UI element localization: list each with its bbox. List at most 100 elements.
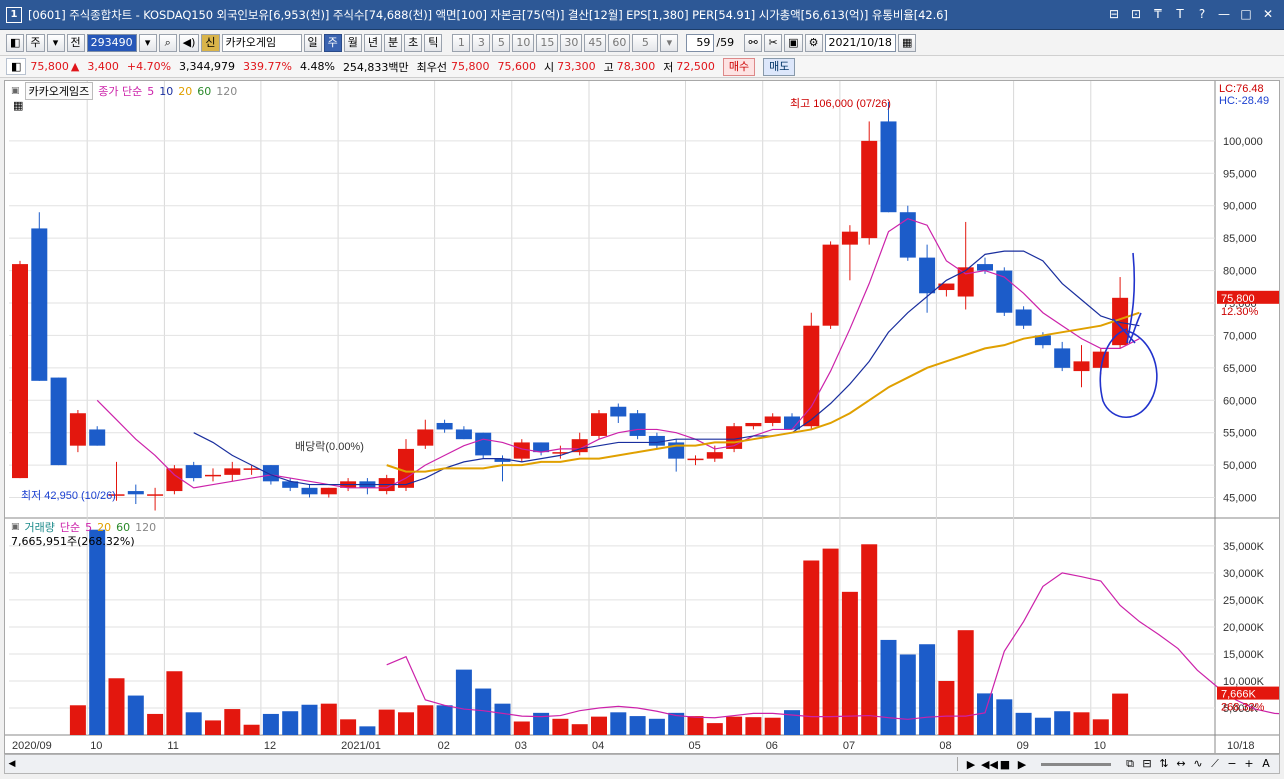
interval-1[interactable]: 1 <box>452 33 471 52</box>
rewind-icon[interactable]: ◀◀ <box>981 758 998 771</box>
candle <box>455 429 472 440</box>
shin-button[interactable]: 신 <box>201 33 220 52</box>
interval-45[interactable]: 45 <box>584 33 607 52</box>
volume-tick-label: 20,000K <box>1223 622 1265 634</box>
search-icon[interactable]: ⌕ <box>158 33 177 52</box>
x-tick-label: 05 <box>689 740 701 752</box>
cross-tool-icon[interactable]: ✂ <box>764 33 783 52</box>
period-minute[interactable]: 분 <box>384 33 403 52</box>
interval-10[interactable]: 10 <box>512 33 535 52</box>
interval-15[interactable]: 15 <box>536 33 559 52</box>
count-input[interactable]: 59 <box>686 33 715 52</box>
period-tick[interactable]: 틱 <box>424 33 443 52</box>
play-icon[interactable]: ▶ <box>964 758 978 771</box>
scroll-left-icon[interactable]: ◀ <box>5 759 19 769</box>
interval-5[interactable]: 5 <box>492 33 511 52</box>
sell-button[interactable]: 매도 <box>763 57 796 76</box>
count-total: /59 <box>716 36 735 49</box>
zoom-slider[interactable] <box>1041 762 1111 766</box>
candle <box>205 474 221 477</box>
volume-tick-label: 35,000K <box>1223 541 1265 553</box>
auto-icon[interactable]: A <box>1259 757 1273 771</box>
candle <box>185 465 202 479</box>
ma120-label: 120 <box>216 84 238 98</box>
period-year[interactable]: 년 <box>363 33 383 52</box>
volume-bar <box>784 710 800 735</box>
pin-icon[interactable]: ₸ <box>1150 7 1166 22</box>
forward-icon[interactable]: ▶ <box>1015 758 1029 771</box>
candle <box>957 267 974 297</box>
toolbar: ◧ 주 ▾ 전 293490 ▾ ⌕ ◀) 신 카카오게임 일 주 월 년 분 … <box>0 30 1284 56</box>
high-price: 78,300 <box>616 60 656 73</box>
period-day[interactable]: 일 <box>303 33 322 52</box>
volume-bar <box>127 695 144 735</box>
volume-bar <box>861 544 878 735</box>
jeon-button[interactable]: 전 <box>66 33 85 52</box>
date-input[interactable]: 2021/10/18 <box>824 33 896 52</box>
volume-bar <box>398 712 414 735</box>
close-button[interactable]: ✕ <box>1260 7 1276 22</box>
code-dropdown-icon[interactable]: ▾ <box>138 33 157 52</box>
price-stock-label[interactable]: 카카오게임즈 <box>24 82 94 100</box>
save-icon[interactable]: ▣ <box>784 33 803 52</box>
stretch-icon[interactable]: ↔ <box>1174 757 1188 771</box>
interval-60[interactable]: 60 <box>608 33 631 52</box>
speaker-icon[interactable]: ◀) <box>178 33 200 52</box>
volume-bar <box>147 713 164 735</box>
period-select[interactable]: 주 <box>26 33 45 52</box>
restore-icon[interactable]: ⊡ <box>1128 7 1144 22</box>
volume-bar <box>957 630 974 735</box>
x-tick-label: 02 <box>438 740 450 752</box>
candle <box>861 140 878 239</box>
candle <box>822 244 839 326</box>
price-tick-label: 100,000 <box>1223 136 1263 148</box>
scroll-bar[interactable]: ◀ ▶ ◀◀ ■ ▶ ⧉ ⊟ ⇅ ↔ ∿ ⟋ − + A <box>4 754 1280 774</box>
split-icon[interactable]: ⊟ <box>1140 757 1154 771</box>
low-label: 저 <box>663 60 674 74</box>
period-month[interactable]: 월 <box>343 33 362 52</box>
volume-bar <box>108 678 125 735</box>
minimize-button[interactable]: — <box>1216 7 1232 22</box>
maximize-button[interactable]: □ <box>1238 7 1254 22</box>
chart-canvas[interactable]: 2020/09 10 11 12 2021/01 02 03 04 05 06 07 08 09 10 10… <box>5 81 1279 753</box>
interval-value[interactable]: 5 <box>632 33 659 52</box>
stock-code-input[interactable]: 293490 <box>86 33 137 52</box>
calendar-icon[interactable]: ▦ <box>897 33 917 52</box>
price-tick-label: 55,000 <box>1223 428 1257 440</box>
interval-dropdown-icon[interactable]: ▾ <box>660 33 679 52</box>
trend-icon[interactable]: ⟋ <box>1208 757 1222 771</box>
font-icon[interactable]: T <box>1172 7 1188 22</box>
vol-ma5-label: 5 <box>85 520 93 534</box>
interval-3[interactable]: 3 <box>472 33 491 52</box>
zoom-box-icon[interactable]: ⧉ <box>1123 757 1137 771</box>
zoom-in-icon[interactable]: + <box>1242 757 1256 771</box>
layout-icon[interactable]: ⊟ <box>1106 7 1122 22</box>
flip-icon[interactable]: ⇅ <box>1157 757 1171 771</box>
zoom-out-icon[interactable]: − <box>1225 757 1239 771</box>
volume-bar <box>648 718 665 735</box>
volume-bar <box>378 709 395 735</box>
candle <box>1015 309 1032 326</box>
chart-area[interactable]: 2020/09 10 11 12 2021/01 02 03 04 05 06 07 08 09 10 10… <box>4 80 1280 754</box>
help-icon[interactable]: ? <box>1194 7 1210 22</box>
scroll-track[interactable] <box>19 757 958 771</box>
x-tick-label: 10 <box>1094 740 1106 752</box>
app-icon: 1 <box>6 6 22 23</box>
interval-30[interactable]: 30 <box>560 33 583 52</box>
settings-icon[interactable]: ⚙ <box>804 33 823 52</box>
candle <box>417 429 434 446</box>
candle <box>475 432 492 456</box>
period-dropdown-icon[interactable]: ▾ <box>46 33 65 52</box>
candle <box>764 416 781 423</box>
grid-table-icon[interactable]: ▦ <box>13 99 23 112</box>
buy-button[interactable]: 매수 <box>722 57 756 76</box>
candle <box>1054 348 1071 368</box>
period-second[interactable]: 초 <box>404 33 423 52</box>
stop-icon[interactable]: ■ <box>998 758 1012 771</box>
chart-tool-icon[interactable]: ⚯ <box>744 33 763 52</box>
period-week[interactable]: 주 <box>323 33 342 52</box>
vol-ma60-label: 60 <box>116 520 131 534</box>
layout-toggle-icon[interactable]: ◧ <box>6 33 25 52</box>
wave-icon[interactable]: ∿ <box>1191 757 1205 771</box>
volume-bar <box>205 720 221 735</box>
